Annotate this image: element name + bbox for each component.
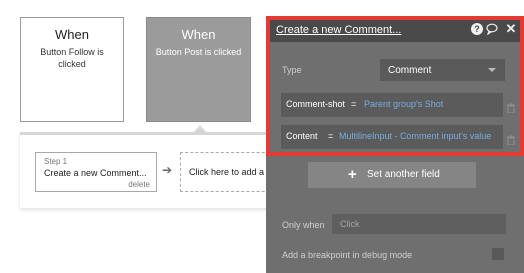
add-action-button[interactable]: Click here to add a (180, 152, 280, 192)
breakpoint-checkbox[interactable] (492, 248, 504, 260)
arrow-right-icon: ➔ (162, 163, 173, 177)
event-card-post[interactable]: When Button Post is clicked (146, 17, 251, 122)
add-action-label: Click here to add a (189, 167, 265, 177)
action-strip: Step 1 Create a new Comment... delete ➔ … (20, 132, 280, 208)
event-description: Button Follow is clicked (40, 47, 104, 69)
event-title: When (181, 27, 216, 42)
only-when-placeholder: Click (340, 219, 360, 229)
only-when-input[interactable]: Click (332, 214, 506, 234)
step-label: Step 1 (44, 157, 68, 166)
event-card-follow[interactable]: When Button Follow is clicked (20, 17, 124, 122)
set-another-field-button[interactable]: + Set another field (308, 162, 476, 188)
event-description: Button Post is clicked (155, 47, 242, 57)
event-title: When (55, 27, 89, 42)
workflow-canvas: When Button Follow is clicked When Butto… (0, 0, 524, 273)
highlight-frame (266, 16, 524, 156)
set-field-label: Set another field (367, 169, 440, 180)
property-editor: Create a new Comment... ? ✕ Type Comment… (266, 16, 524, 273)
only-when-label: Only when (282, 220, 325, 230)
plus-icon: + (348, 166, 357, 183)
step-card[interactable]: Step 1 Create a new Comment... delete (35, 152, 157, 192)
step-delete-link[interactable]: delete (128, 180, 150, 189)
breakpoint-label: Add a breakpoint in debug mode (282, 250, 413, 260)
selected-event-caret (194, 125, 206, 132)
step-name: Create a new Comment... (44, 168, 147, 178)
